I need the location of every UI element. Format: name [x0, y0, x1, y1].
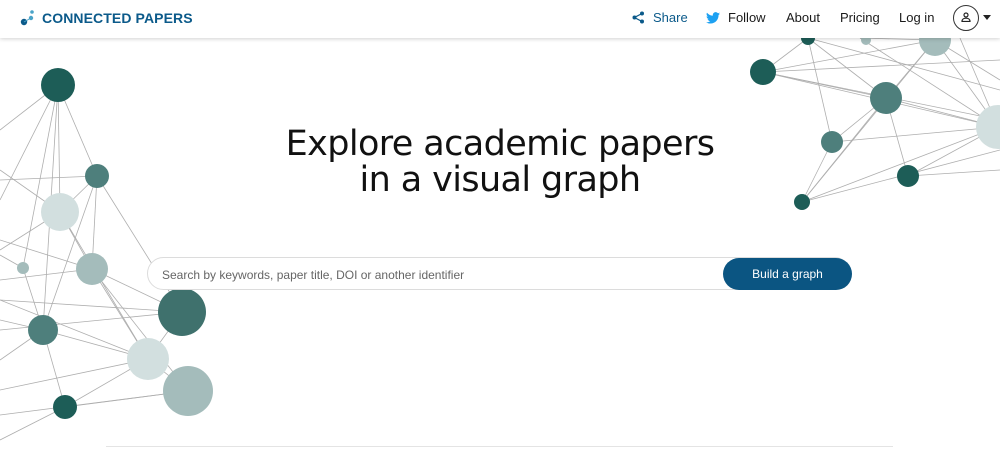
top-navbar: CONNECTED PAPERS Share Follow About Pric… [0, 0, 1000, 38]
pricing-link[interactable]: Pricing [840, 10, 880, 25]
caret-down-icon[interactable] [983, 15, 991, 20]
logo-text: CONNECTED PAPERS [42, 10, 193, 26]
background-graph [0, 24, 1000, 441]
graph-nodes [17, 24, 1000, 419]
login-link[interactable]: Log in [899, 10, 934, 25]
divider [106, 446, 893, 447]
hero-title: Explore academic papers in a visual grap… [0, 126, 1000, 198]
build-graph-button[interactable]: Build a graph [723, 258, 852, 290]
follow-label: Follow [728, 10, 766, 25]
user-icon [961, 9, 971, 27]
share-link[interactable]: Share [632, 10, 688, 25]
logo-icon [20, 9, 36, 27]
share-label: Share [653, 10, 688, 25]
hero-title-line2: in a visual graph [359, 160, 641, 200]
search-input[interactable] [160, 265, 724, 285]
hero-title-line1: Explore academic papers [285, 124, 715, 164]
share-icon [632, 11, 645, 24]
about-link[interactable]: About [786, 10, 820, 25]
logo[interactable]: CONNECTED PAPERS [20, 9, 193, 27]
twitter-icon [706, 11, 720, 24]
follow-link[interactable]: Follow [706, 10, 766, 25]
account-button[interactable] [953, 5, 979, 31]
